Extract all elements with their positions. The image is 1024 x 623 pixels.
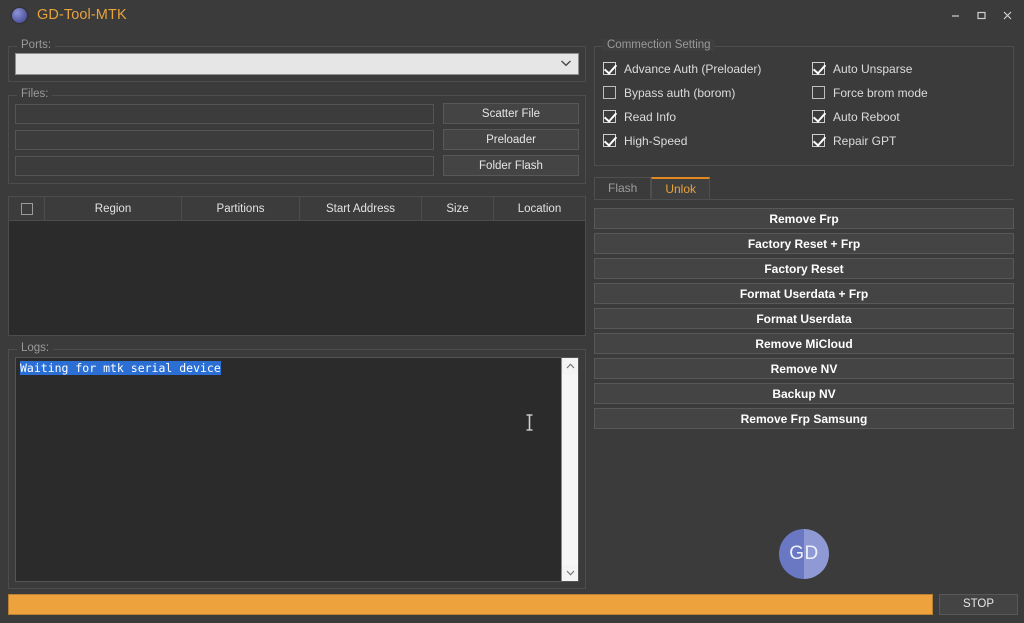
preloader-button[interactable]: Preloader — [443, 129, 579, 150]
factory-reset-frp-button[interactable]: Factory Reset + Frp — [594, 233, 1014, 254]
logs-text[interactable]: Waiting for mtk serial device — [16, 358, 561, 581]
checkbox-row-high-speed[interactable]: High-Speed — [603, 129, 804, 152]
scroll-down-icon[interactable] — [562, 565, 578, 581]
checkbox-row-repair-gpt[interactable]: Repair GPT — [812, 129, 1005, 152]
label-repair-gpt: Repair GPT — [833, 133, 897, 148]
label-force-brom-mode: Force brom mode — [833, 85, 928, 100]
remove-nv-button[interactable]: Remove NV — [594, 358, 1014, 379]
remove-frp-samsung-button[interactable]: Remove Frp Samsung — [594, 408, 1014, 429]
file-row-scatter: Scatter File — [15, 103, 579, 124]
checkbox-bypass-auth[interactable] — [603, 86, 616, 99]
label-high-speed: High-Speed — [624, 133, 688, 148]
connection-right-column: Auto Unsparse Force brom mode Auto Reboo… — [804, 57, 1005, 153]
backup-nv-button[interactable]: Backup NV — [594, 383, 1014, 404]
column-header-size[interactable]: Size — [422, 197, 494, 220]
checkbox-row-force-brom[interactable]: Force brom mode — [812, 81, 1005, 104]
logs-box[interactable]: Waiting for mtk serial device — [15, 357, 579, 582]
column-header-start-address[interactable]: Start Address — [300, 197, 422, 220]
connection-left-column: Advance Auth (Preloader) Bypass auth (bo… — [603, 57, 804, 153]
format-userdata-button[interactable]: Format Userdata — [594, 308, 1014, 329]
connection-setting-group: Commection Setting Advance Auth (Preload… — [594, 39, 1014, 166]
column-header-region[interactable]: Region — [45, 197, 182, 220]
log-line: Waiting for mtk serial device — [20, 361, 221, 375]
chevron-down-icon — [560, 59, 574, 70]
window-title: GD-Tool-MTK — [37, 7, 127, 23]
label-advance-auth: Advance Auth (Preloader) — [624, 61, 762, 76]
folder-flash-input[interactable] — [15, 155, 434, 176]
connection-setting-legend: Commection Setting — [603, 39, 715, 51]
checkbox-auto-unsparse[interactable] — [812, 62, 825, 75]
right-panel: Commection Setting Advance Auth (Preload… — [590, 30, 1024, 589]
checkbox-row-auto-reboot[interactable]: Auto Reboot — [812, 105, 1005, 128]
progress-bar — [8, 593, 933, 615]
bottom-bar: STOP — [0, 589, 1024, 623]
port-select[interactable] — [15, 53, 579, 75]
folder-flash-button[interactable]: Folder Flash — [443, 155, 579, 176]
ports-legend: Ports: — [17, 39, 56, 51]
checkbox-row-auto-unsparse[interactable]: Auto Unsparse — [812, 57, 1005, 80]
left-panel: Ports: Files: Scatter File Preloader Fol… — [0, 30, 590, 589]
checkbox-high-speed[interactable] — [603, 134, 616, 147]
tab-bar: Flash Unlok — [594, 177, 1014, 200]
column-header-location[interactable]: Location — [494, 197, 585, 220]
checkbox-row-advance-auth[interactable]: Advance Auth (Preloader) — [603, 57, 804, 80]
unlock-actions: Remove Frp Factory Reset + Frp Factory R… — [594, 208, 1014, 429]
label-bypass-auth: Bypass auth (borom) — [624, 85, 736, 100]
partition-table-body[interactable] — [9, 221, 585, 335]
close-icon[interactable] — [994, 2, 1020, 28]
checkbox-read-info[interactable] — [603, 110, 616, 123]
logs-scrollbar-track[interactable] — [562, 374, 578, 565]
select-all-checkbox[interactable] — [20, 202, 33, 215]
select-all-header[interactable] — [9, 197, 45, 220]
logs-legend: Logs: — [17, 342, 54, 354]
maximize-icon[interactable] — [968, 2, 994, 28]
label-auto-unsparse: Auto Unsparse — [833, 61, 913, 76]
factory-reset-button[interactable]: Factory Reset — [594, 258, 1014, 279]
brand-area: GD — [594, 429, 1014, 589]
checkbox-repair-gpt[interactable] — [812, 134, 825, 147]
remove-frp-button[interactable]: Remove Frp — [594, 208, 1014, 229]
checkbox-auto-reboot[interactable] — [812, 110, 825, 123]
format-userdata-frp-button[interactable]: Format Userdata + Frp — [594, 283, 1014, 304]
label-auto-reboot: Auto Reboot — [833, 109, 900, 124]
partition-table: Region Partitions Start Address Size Loc… — [8, 196, 586, 336]
file-row-folder-flash: Folder Flash — [15, 155, 579, 176]
file-row-preloader: Preloader — [15, 129, 579, 150]
stop-button[interactable]: STOP — [939, 593, 1018, 615]
ports-group: Ports: — [8, 39, 586, 82]
checkbox-row-bypass-auth[interactable]: Bypass auth (borom) — [603, 81, 804, 104]
files-group: Files: Scatter File Preloader Folder Fla… — [8, 88, 586, 184]
label-read-info: Read Info — [624, 109, 677, 124]
app-window: GD-Tool-MTK Ports: Files: Scatter File P… — [0, 0, 1024, 623]
remove-micloud-button[interactable]: Remove MiCloud — [594, 333, 1014, 354]
scroll-up-icon[interactable] — [562, 358, 578, 374]
connection-columns: Advance Auth (Preloader) Bypass auth (bo… — [603, 57, 1005, 153]
tab-unlok[interactable]: Unlok — [651, 177, 711, 199]
minimize-icon[interactable] — [942, 2, 968, 28]
checkbox-advance-auth[interactable] — [603, 62, 616, 75]
logs-scrollbar[interactable] — [561, 358, 578, 581]
scatter-file-input[interactable] — [15, 103, 434, 124]
main-body: Ports: Files: Scatter File Preloader Fol… — [0, 30, 1024, 589]
partition-table-header: Region Partitions Start Address Size Loc… — [9, 197, 585, 221]
logs-group: Logs: Waiting for mtk serial device — [8, 342, 586, 589]
preloader-file-input[interactable] — [15, 129, 434, 150]
title-bar: GD-Tool-MTK — [0, 0, 1024, 30]
window-controls — [942, 0, 1020, 30]
checkbox-row-read-info[interactable]: Read Info — [603, 105, 804, 128]
column-header-partitions[interactable]: Partitions — [182, 197, 300, 220]
gd-app-icon — [12, 7, 27, 23]
tab-flash[interactable]: Flash — [594, 177, 652, 199]
checkbox-force-brom-mode[interactable] — [812, 86, 825, 99]
scatter-file-button[interactable]: Scatter File — [443, 103, 579, 124]
gd-logo: GD — [779, 529, 829, 579]
files-legend: Files: — [17, 88, 53, 100]
